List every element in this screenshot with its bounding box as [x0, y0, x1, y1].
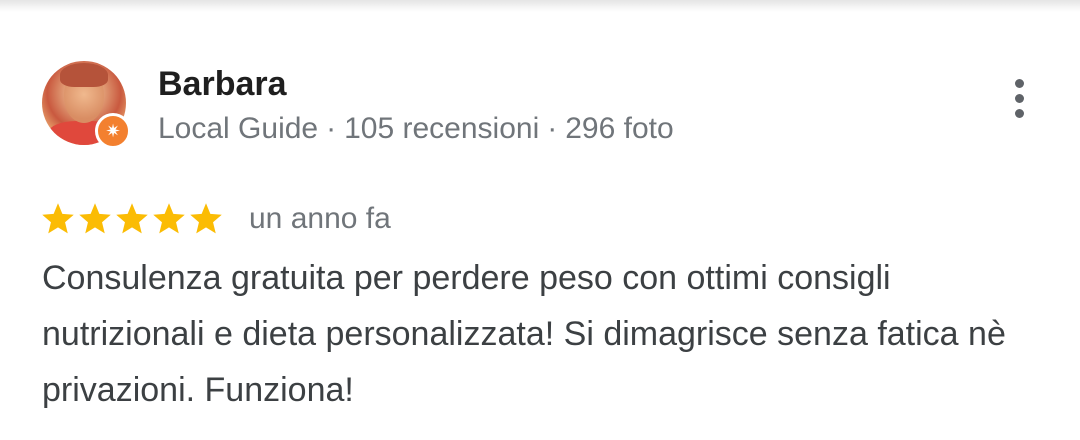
- photos-count: 296 foto: [565, 112, 674, 145]
- more-vertical-icon: [1014, 78, 1024, 88]
- star-filled-icon: [190, 203, 222, 234]
- star-filled-icon: [153, 203, 185, 234]
- reviewer-name[interactable]: Barbara: [158, 64, 287, 104]
- reviews-count: 105 recensioni: [344, 112, 540, 145]
- local-guide-star-icon: ✷: [95, 113, 131, 149]
- avatar-hair: [60, 63, 108, 87]
- review-date: un anno fa: [249, 202, 391, 235]
- more-vertical-icon: [1014, 93, 1024, 103]
- star-rating: [40, 201, 224, 237]
- star-filled-icon: [79, 203, 111, 234]
- meta-separator: ·: [326, 112, 337, 145]
- more-vertical-icon: [1014, 108, 1024, 118]
- review-card: ✷ Barbara Local Guide · 105 recensioni · 296…: [0, 0, 1080, 440]
- reviewer-meta: Local Guide · 105 recensioni · 296 foto: [158, 111, 674, 147]
- meta-separator: ·: [547, 112, 558, 145]
- reviewer-level: Local Guide: [158, 112, 319, 145]
- star-filled-icon: [116, 203, 148, 234]
- more-options-button[interactable]: [1000, 74, 1038, 122]
- star-filled-icon: [42, 203, 74, 234]
- review-text: Consulenza gratuita per perdere peso con…: [42, 259, 1006, 409]
- rating-row: un anno fa: [40, 197, 391, 241]
